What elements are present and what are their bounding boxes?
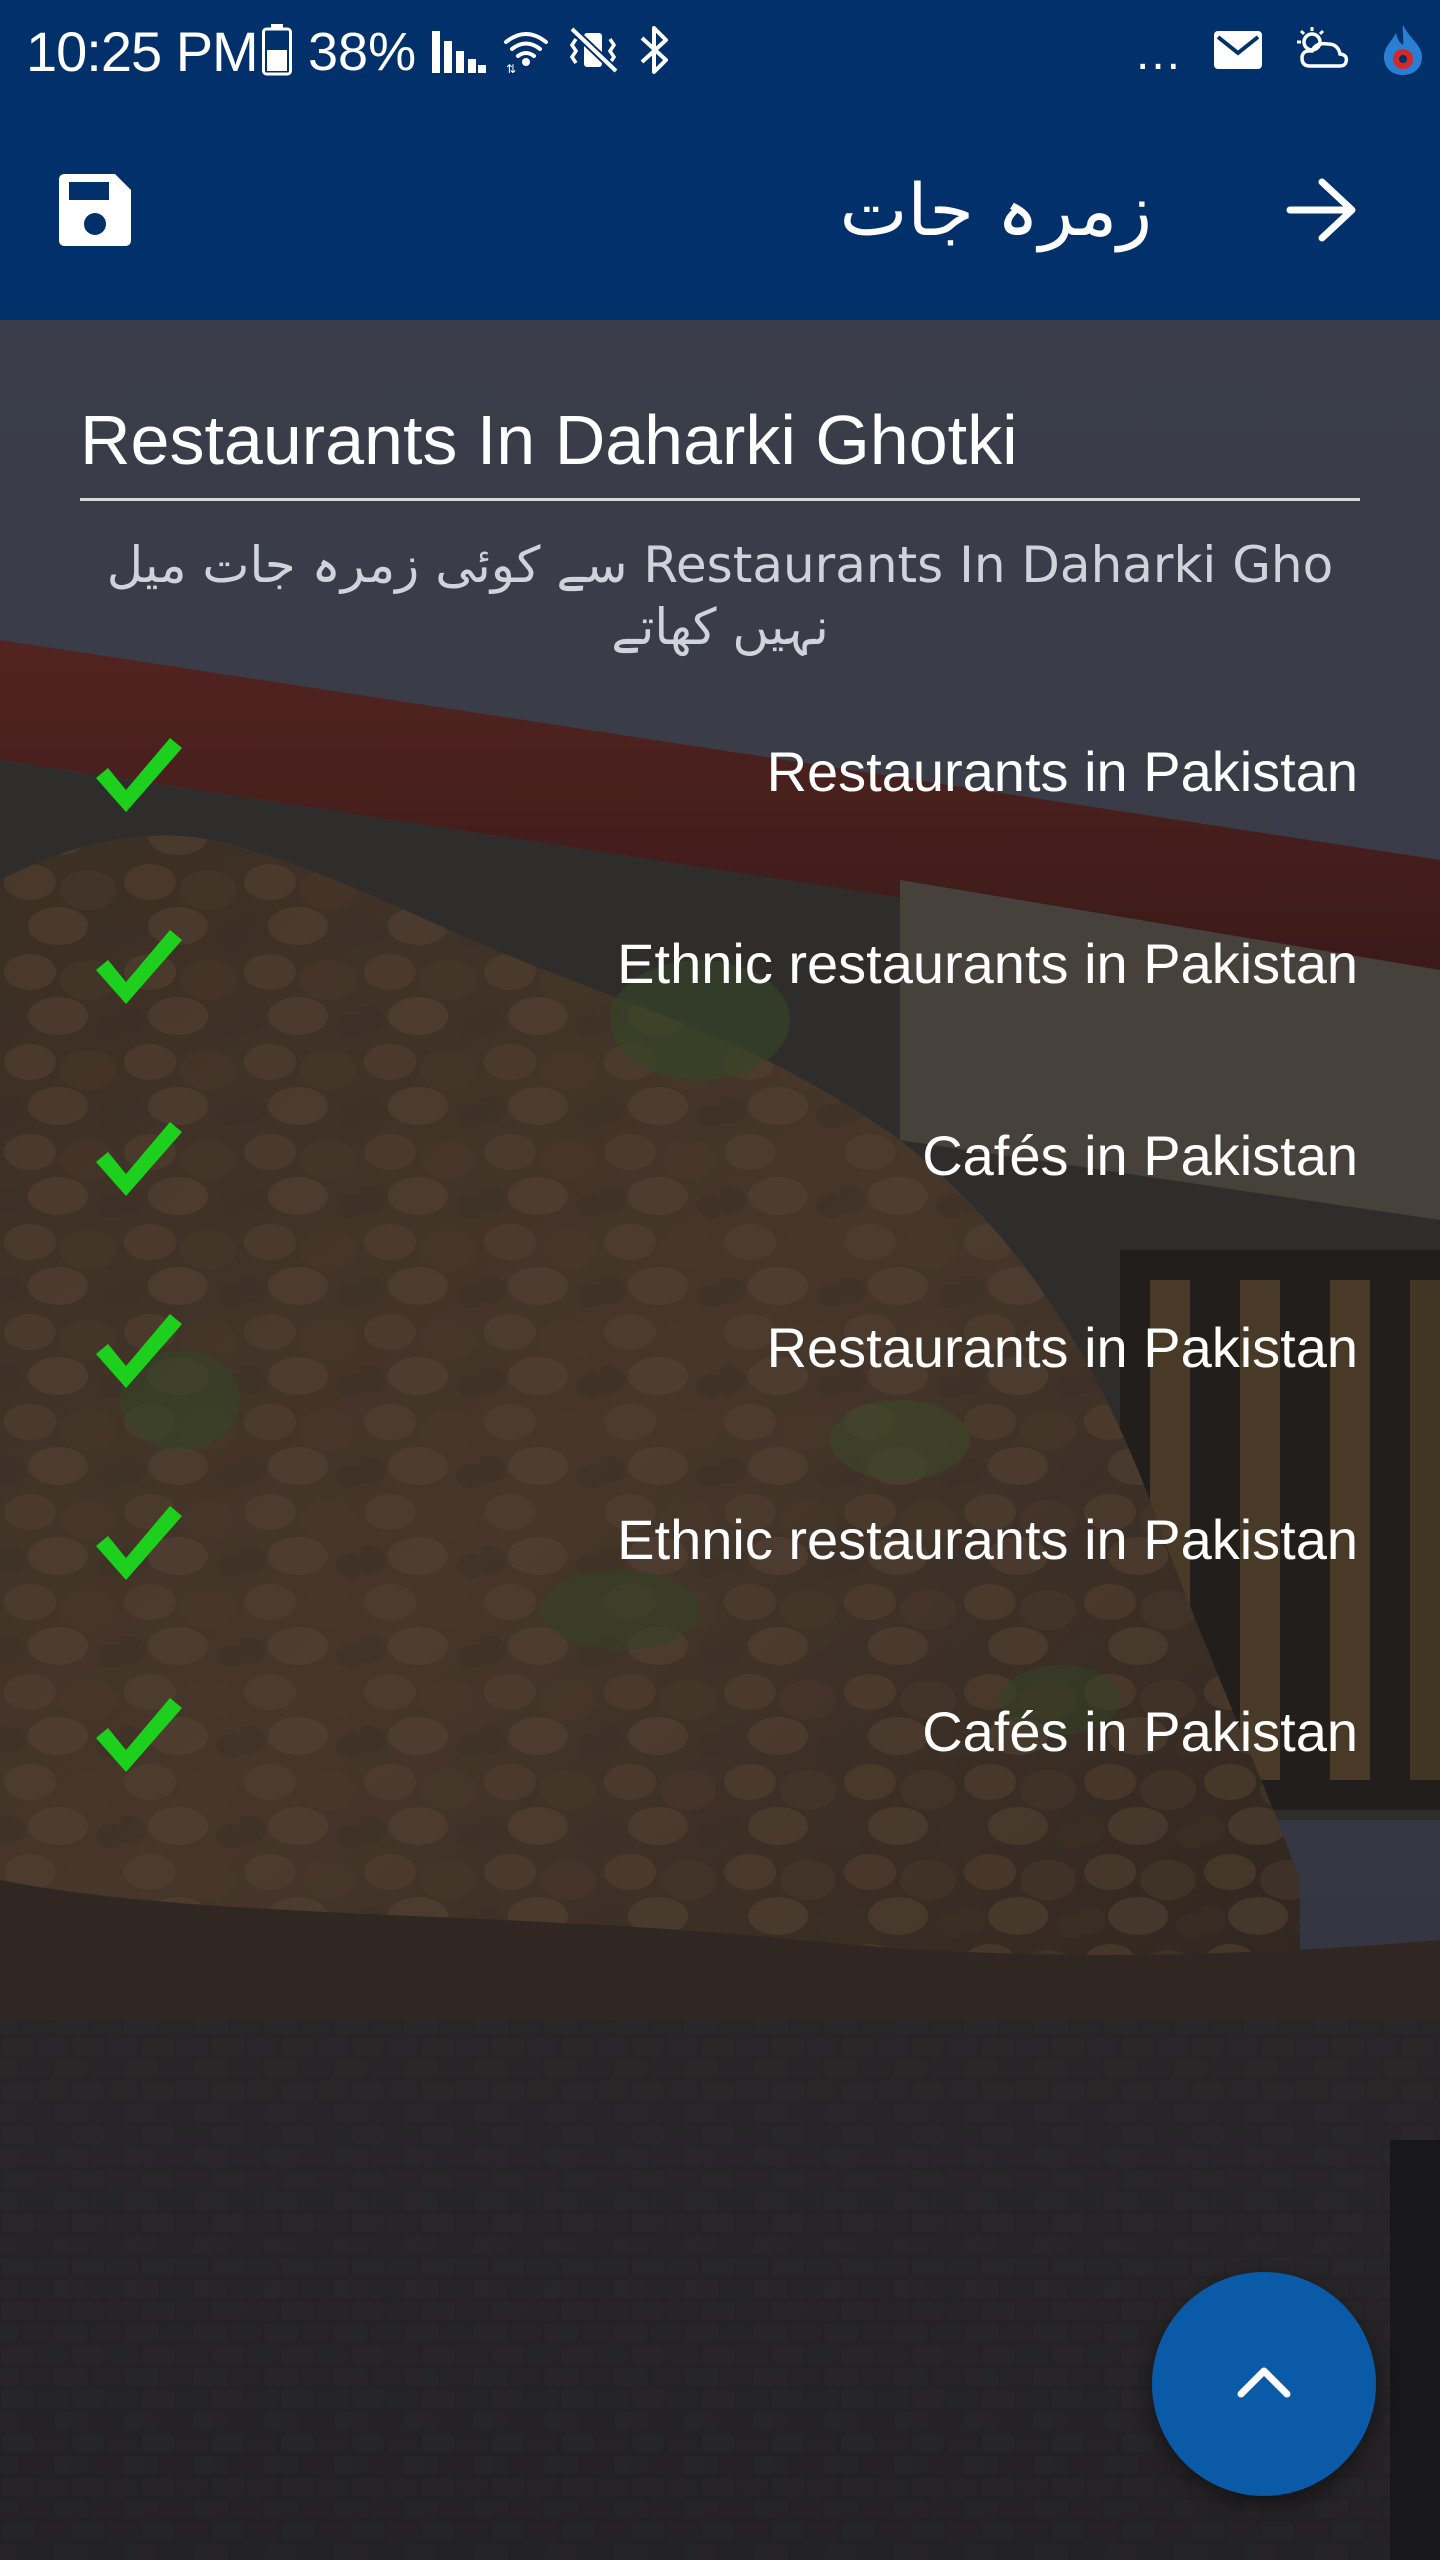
status-left-icons: 38% ⇅ (262, 20, 672, 84)
status-time: 10:25 PM (26, 20, 259, 83)
more-notifications-indicator: ... (1135, 27, 1182, 80)
vibrate-off-icon (566, 25, 622, 80)
category-label: Cafés in Pakistan (922, 1700, 1358, 1763)
search-field (80, 386, 1360, 501)
wifi-icon: ⇅ (502, 26, 550, 79)
checkmark-icon (92, 732, 184, 816)
category-item[interactable]: Cafés in Pakistan (0, 1666, 1440, 1858)
weather-icon (1294, 26, 1350, 79)
search-input[interactable] (80, 386, 1360, 494)
screen: 10:25 PM 38% ⇅ ... زمرہ جات Restaurants … (0, 0, 1440, 2560)
category-label: Restaurants in Pakistan (766, 740, 1358, 803)
chevron-up-icon (1236, 2365, 1292, 2404)
category-item[interactable]: Restaurants in Pakistan (0, 706, 1440, 898)
app-notification-icon (1380, 23, 1426, 82)
category-item[interactable]: Cafés in Pakistan (0, 1090, 1440, 1282)
mail-icon (1212, 29, 1264, 76)
checkmark-icon (92, 1308, 184, 1392)
checkmark-icon (92, 1692, 184, 1776)
category-item[interactable]: Ethnic restaurants in Pakistan (0, 898, 1440, 1090)
arrow-right-icon (1286, 177, 1358, 248)
category-label: Restaurants in Pakistan (766, 1316, 1358, 1379)
category-item[interactable]: Ethnic restaurants in Pakistan (0, 1474, 1440, 1666)
category-label: Cafés in Pakistan (922, 1124, 1358, 1187)
no-match-message: Restaurants In Daharki Gho سے کوئی زمرہ … (106, 536, 1334, 656)
checkmark-icon (92, 1116, 184, 1200)
forward-button[interactable] (1270, 160, 1374, 264)
checkmark-icon (92, 924, 184, 1008)
signal-icon (432, 27, 487, 78)
bluetooth-icon (638, 24, 672, 81)
status-bar: 10:25 PM 38% ⇅ ... (0, 0, 1440, 104)
scroll-to-top-button[interactable] (1152, 2272, 1376, 2496)
checkmark-icon (92, 1500, 184, 1584)
status-right-icons: ... (1136, 20, 1426, 84)
category-label: Ethnic restaurants in Pakistan (617, 932, 1358, 995)
battery-percent: 38% (308, 22, 417, 82)
svg-text:⇅: ⇅ (506, 62, 516, 74)
save-button[interactable] (40, 160, 150, 264)
category-item[interactable]: Restaurants in Pakistan (0, 1282, 1440, 1474)
category-label: Ethnic restaurants in Pakistan (617, 1508, 1358, 1571)
category-list: Restaurants in Pakistan Ethnic restaurant… (0, 706, 1440, 1858)
app-bar: زمرہ جات (0, 104, 1440, 320)
save-icon (57, 172, 133, 253)
page-title: زمرہ جات (839, 168, 1152, 252)
battery-icon (262, 23, 292, 81)
